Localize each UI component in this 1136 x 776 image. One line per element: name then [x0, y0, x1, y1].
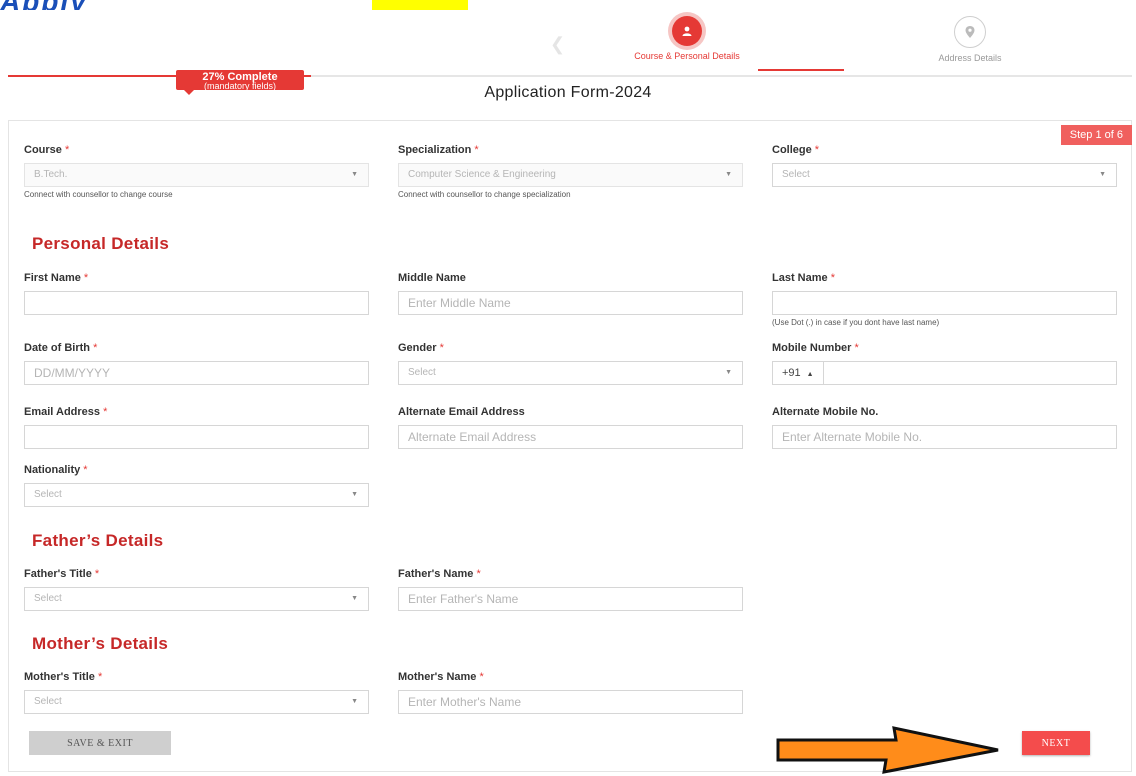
step-label: Address Details: [938, 53, 1002, 63]
mother-name-field: Mother's Name *: [398, 670, 743, 714]
mother-details-heading: Mother’s Details: [32, 634, 169, 653]
user-icon: [672, 16, 702, 46]
father-title-select[interactable]: Select ▼: [24, 587, 369, 611]
chevron-down-icon: ▼: [351, 698, 358, 705]
step-course-personal[interactable]: Course & Personal Details: [612, 16, 762, 61]
alt-email-field: Alternate Email Address: [398, 405, 743, 449]
top-banner: Apply: [0, 0, 1136, 10]
middle-name-input[interactable]: [398, 291, 743, 315]
course-field: Course * B.Tech. ▼ Connect with counsello…: [24, 143, 369, 199]
middle-name-field: Middle Name: [398, 271, 743, 315]
mother-title-select[interactable]: Select ▼: [24, 690, 369, 714]
mother-title-field: Mother's Title * Select ▼: [24, 670, 369, 714]
mother-name-input[interactable]: [398, 690, 743, 714]
next-button[interactable]: NEXT: [1022, 731, 1090, 755]
save-exit-button[interactable]: SAVE & EXIT: [29, 731, 171, 755]
father-name-field: Father's Name *: [398, 567, 743, 611]
nationality-field: Nationality * Select ▼: [24, 463, 369, 507]
application-form: Step 1 of 6 Course * B.Tech. ▼ Connect wi…: [8, 120, 1132, 772]
dob-input[interactable]: [24, 361, 369, 385]
college-select[interactable]: Select ▼: [772, 163, 1117, 187]
step-label: Course & Personal Details: [634, 51, 740, 61]
chevron-left-icon[interactable]: ❮: [550, 34, 565, 55]
chevron-up-icon: ▲: [806, 371, 814, 378]
email-input[interactable]: [24, 425, 369, 449]
course-select[interactable]: B.Tech. ▼: [24, 163, 369, 187]
mobile-input[interactable]: [824, 362, 1116, 384]
first-name-input[interactable]: [24, 291, 369, 315]
nationality-select[interactable]: Select ▼: [24, 483, 369, 507]
step-badge: Step 1 of 6: [1060, 125, 1132, 145]
arrow-right-icon: [776, 726, 999, 774]
college-field: College * Select ▼: [772, 143, 1117, 187]
active-step-underline: [758, 69, 844, 71]
father-name-input[interactable]: [398, 587, 743, 611]
specialization-select[interactable]: Computer Science & Engineering ▼: [398, 163, 743, 187]
chevron-down-icon: ▼: [351, 491, 358, 498]
dob-field: Date of Birth *: [24, 341, 369, 385]
chevron-down-icon: ▼: [351, 595, 358, 602]
last-name-note: (Use Dot (.) in case if you dont have la…: [772, 318, 940, 327]
form-stepper: ❮ Course & Personal Details Address Deta…: [0, 10, 1136, 80]
father-title-field: Father's Title * Select ▼: [24, 567, 369, 611]
last-name-field: Last Name * (Use Dot (.) in case if you …: [772, 271, 1117, 327]
chevron-down-icon: ▼: [725, 369, 732, 376]
course-note: Connect with counsellor to change course: [24, 190, 173, 199]
specialization-note: Connect with counsellor to change specia…: [398, 190, 571, 199]
email-field: Email Address *: [24, 405, 369, 449]
father-details-heading: Father’s Details: [32, 531, 164, 550]
alt-email-input[interactable]: [398, 425, 743, 449]
chevron-down-icon: ▼: [1099, 171, 1106, 178]
first-name-field: First Name *: [24, 271, 369, 315]
step-address[interactable]: Address Details: [900, 16, 1040, 63]
country-code-select[interactable]: +91 ▲: [773, 362, 825, 384]
last-name-input[interactable]: [772, 291, 1117, 315]
banner-text: Apply: [0, 0, 88, 10]
chevron-down-icon: ▼: [725, 171, 732, 178]
mobile-field: Mobile Number * +91 ▲: [772, 341, 1117, 385]
gender-field: Gender * Select ▼: [398, 341, 743, 385]
mobile-input-group: +91 ▲: [772, 361, 1117, 385]
gender-select[interactable]: Select ▼: [398, 361, 743, 385]
location-pin-icon: [954, 16, 986, 48]
banner-highlight: [372, 0, 468, 10]
alt-mobile-input[interactable]: [772, 425, 1117, 449]
personal-details-heading: Personal Details: [32, 234, 170, 253]
specialization-field: Specialization * Computer Science & Engi…: [398, 143, 743, 199]
chevron-down-icon: ▼: [351, 171, 358, 178]
page-title: Application Form-2024: [484, 84, 652, 101]
alt-mobile-field: Alternate Mobile No.: [772, 405, 1117, 449]
